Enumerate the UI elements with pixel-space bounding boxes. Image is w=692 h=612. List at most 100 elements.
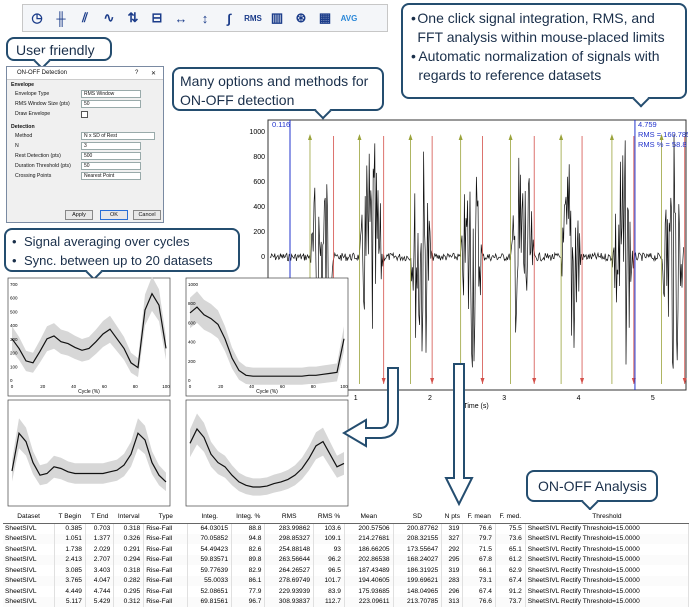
table-cell: SheetSIVL xyxy=(3,523,55,534)
table-cell: 292 xyxy=(441,544,464,555)
flow-arrows xyxy=(342,363,474,507)
column-header[interactable]: Interval xyxy=(113,510,144,524)
draw-envelope-checkbox[interactable] xyxy=(81,110,88,118)
column-header[interactable]: Integ. % xyxy=(231,510,265,524)
signal-icon[interactable]: ╫ xyxy=(50,7,72,29)
ok-button[interactable]: OK xyxy=(100,210,128,220)
table-cell: 52.08651 xyxy=(187,586,232,597)
help-button[interactable]: ? xyxy=(135,70,151,76)
cycle-y-tick: 600 xyxy=(188,320,196,325)
table-cell: 0.318 xyxy=(113,565,145,576)
column-header[interactable]: N pts xyxy=(441,510,463,524)
binoculars-icon[interactable]: ⊛ xyxy=(290,7,312,29)
n-input[interactable]: 3 xyxy=(81,142,141,150)
table-cell: Rise-Fall xyxy=(143,596,189,607)
table-cell: 75.5 xyxy=(495,523,526,534)
analysis-toolbar: ◷ ╫ ⫽ ∿ ⇅ ⊟ ↔ ↕ ∫ RMS ▥ ⊛ ▦ AVG xyxy=(22,4,388,32)
dialog-title: ON-OFF Detection xyxy=(17,70,68,76)
table-cell: 66.1 xyxy=(462,565,496,576)
table-row[interactable]: SheetSIVL 2.413 2.707 0.294 Rise-Fall 59.8357… xyxy=(3,554,690,565)
table-cell: 0.703 xyxy=(85,523,115,534)
callout-on-off-options-text: Many options and methods for ON-OFF dete… xyxy=(180,73,369,108)
column-header[interactable]: Type xyxy=(143,510,188,524)
y-tick-label: 200 xyxy=(253,229,265,236)
duration-threshold-input[interactable]: 50 xyxy=(81,162,141,170)
table-cell: 254.88148 xyxy=(264,544,315,555)
table-cell: 73.7 xyxy=(495,596,526,607)
table-cell: 4.744 xyxy=(85,586,115,597)
clock-icon[interactable]: ◷ xyxy=(26,7,48,29)
table-cell: 94.8 xyxy=(231,533,266,544)
table-cell: Rise-Fall xyxy=(143,533,189,544)
table-cell: 91.2 xyxy=(495,586,526,597)
window-size-input[interactable]: 50 xyxy=(81,100,141,108)
table-cell: 2.029 xyxy=(85,544,115,555)
table-row[interactable]: SheetSIVL 1.738 2.029 0.291 Rise-Fall 54.4942… xyxy=(3,544,690,555)
column-header[interactable]: Dataset xyxy=(3,510,55,524)
column-header[interactable]: SD xyxy=(393,510,442,524)
column-header[interactable]: Integ. xyxy=(187,510,232,524)
apply-button[interactable]: Apply xyxy=(65,210,93,220)
table-cell: 73.6 xyxy=(495,533,526,544)
column-header[interactable]: F. med. xyxy=(495,510,526,524)
y-tick-label: 400 xyxy=(253,204,265,211)
span-icon[interactable]: ↔ xyxy=(170,7,192,29)
integral-icon[interactable]: ∫ xyxy=(218,7,240,29)
table-cell: SheetSIVL Rectify Threshold=15.0000 xyxy=(525,523,690,534)
cancel-button[interactable]: Cancel xyxy=(133,210,161,220)
table-cell: 0.385 xyxy=(54,523,86,534)
table-cell: 67.4 xyxy=(495,575,526,586)
column-header[interactable]: Threshold xyxy=(525,510,689,524)
table-cell: Rise-Fall xyxy=(143,523,189,534)
column-header[interactable]: T Begin xyxy=(54,510,86,524)
callout-features: • One click signal integration, RMS, and … xyxy=(401,3,687,108)
y-tick-label: 600 xyxy=(253,179,265,186)
calculator-icon[interactable]: ▦ xyxy=(314,7,336,29)
table-cell: SheetSIVL Rectify Threshold=15.0000 xyxy=(525,544,690,555)
table-cell: SheetSIVL Rectify Threshold=15.0000 xyxy=(525,565,690,576)
n-label: N xyxy=(15,143,19,149)
table-row[interactable]: SheetSIVL 1.051 1.377 0.326 Rise-Fall 70.0585… xyxy=(3,533,690,544)
table-cell: 186.31925 xyxy=(393,565,443,576)
column-header[interactable]: F. mean xyxy=(462,510,496,524)
table-cell: 109.1 xyxy=(313,533,345,544)
table-cell: 2.707 xyxy=(85,554,115,565)
table-cell: 1.738 xyxy=(54,544,86,555)
table-cell: Rise-Fall xyxy=(143,554,189,565)
table-row[interactable]: SheetSIVL 3.085 3.403 0.318 Rise-Fall 59.7763… xyxy=(3,565,690,576)
table-row[interactable]: SheetSIVL 4.449 4.744 0.295 Rise-Fall 52.0865… xyxy=(3,586,690,597)
envelope-type-select[interactable]: RMS Window xyxy=(81,90,141,98)
average-icon[interactable]: AVG xyxy=(338,7,360,29)
table-cell: 4.047 xyxy=(85,575,115,586)
histogram-icon[interactable]: ▥ xyxy=(266,7,288,29)
crossing-points-select[interactable]: Nearest Point xyxy=(81,172,141,180)
slope-icon[interactable]: ⫽ xyxy=(74,7,96,29)
x-tick-label: 3 xyxy=(502,395,506,402)
table-row[interactable]: SheetSIVL 3.765 4.047 0.282 Rise-Fall 55.0033… xyxy=(3,575,690,586)
close-button[interactable]: ✕ xyxy=(151,70,163,77)
cycle-x-tick: 80 xyxy=(133,384,139,389)
column-header[interactable]: T End xyxy=(85,510,114,524)
table-cell: 59.77639 xyxy=(187,565,232,576)
detection-section-header[interactable]: Detection xyxy=(7,122,163,131)
table-cell: 202.86538 xyxy=(344,554,394,565)
on-off-results-table: Dataset T Begin T End Interval Type Integ. Int… xyxy=(3,510,690,607)
column-header[interactable]: RMS % xyxy=(313,510,345,524)
rms-icon[interactable]: RMS xyxy=(242,7,264,29)
table-cell: 112.7 xyxy=(313,596,345,607)
callout-user-friendly: User friendly xyxy=(6,37,112,70)
bracket-icon[interactable]: ⊟ xyxy=(146,7,168,29)
table-cell: 67.4 xyxy=(462,586,496,597)
table-row[interactable]: SheetSIVL 0.385 0.703 0.318 Rise-Fall 64.0301… xyxy=(3,523,690,534)
vertical-range-icon[interactable]: ↕ xyxy=(194,7,216,29)
table-cell: Rise-Fall xyxy=(143,544,189,555)
table-cell: 96.5 xyxy=(313,565,345,576)
table-row[interactable]: SheetSIVL 5.117 5.429 0.312 Rise-Fall 69.8156… xyxy=(3,596,690,607)
peak-marker-icon[interactable]: ⇅ xyxy=(122,7,144,29)
method-select[interactable]: N x SD of Rest xyxy=(81,132,155,140)
rest-detection-input[interactable]: 500 xyxy=(81,152,141,160)
column-header[interactable]: Mean xyxy=(344,510,394,524)
wave-icon[interactable]: ∿ xyxy=(98,7,120,29)
column-header[interactable]: RMS xyxy=(264,510,314,524)
envelope-section-header[interactable]: Envelope xyxy=(7,80,163,89)
